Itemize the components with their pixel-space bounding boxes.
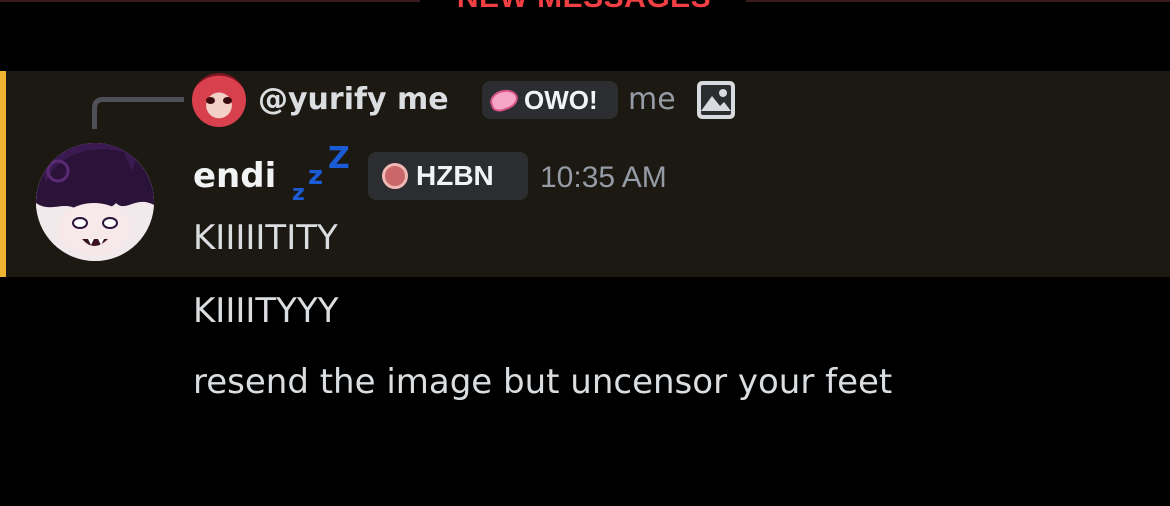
mention-bar — [0, 71, 6, 277]
reply-spine — [92, 97, 184, 129]
avatar-eye — [206, 97, 215, 104]
new-messages-divider-right — [746, 0, 1170, 2]
pink-blob-icon — [487, 85, 521, 115]
hzbn-logo-icon — [382, 163, 408, 189]
message-line[interactable]: KIIIIITITY — [193, 214, 338, 262]
reply-author-name[interactable]: @yurify me — [258, 78, 449, 122]
author-name[interactable]: endi — [193, 153, 276, 199]
reply-tag-label: OWO! — [524, 84, 598, 115]
reply-preview-text[interactable]: me — [628, 78, 676, 122]
author-tag-label: HZBN — [416, 160, 494, 191]
message-line[interactable]: resend the image but uncensor your feet — [193, 358, 892, 406]
new-messages-label: NEW MESSAGES — [428, 0, 740, 18]
author-tag[interactable]: HZBN — [368, 152, 528, 200]
reply-author-tag[interactable]: OWO! — [482, 81, 618, 119]
reply-avatar[interactable] — [192, 73, 246, 127]
sleeping-zzz-icon: z z Z — [292, 141, 350, 204]
message-line[interactable]: KIIIITYYY — [193, 287, 338, 335]
message-timestamp[interactable]: 10:35 AM — [540, 157, 667, 199]
author-avatar[interactable] — [36, 143, 154, 261]
avatar-eye — [223, 97, 232, 104]
image-icon — [697, 81, 735, 119]
svg-text:Z: Z — [328, 141, 350, 176]
svg-text:z: z — [292, 181, 305, 204]
new-messages-divider-left — [0, 0, 420, 2]
avatar-art — [36, 143, 154, 261]
svg-text:z: z — [308, 161, 323, 191]
